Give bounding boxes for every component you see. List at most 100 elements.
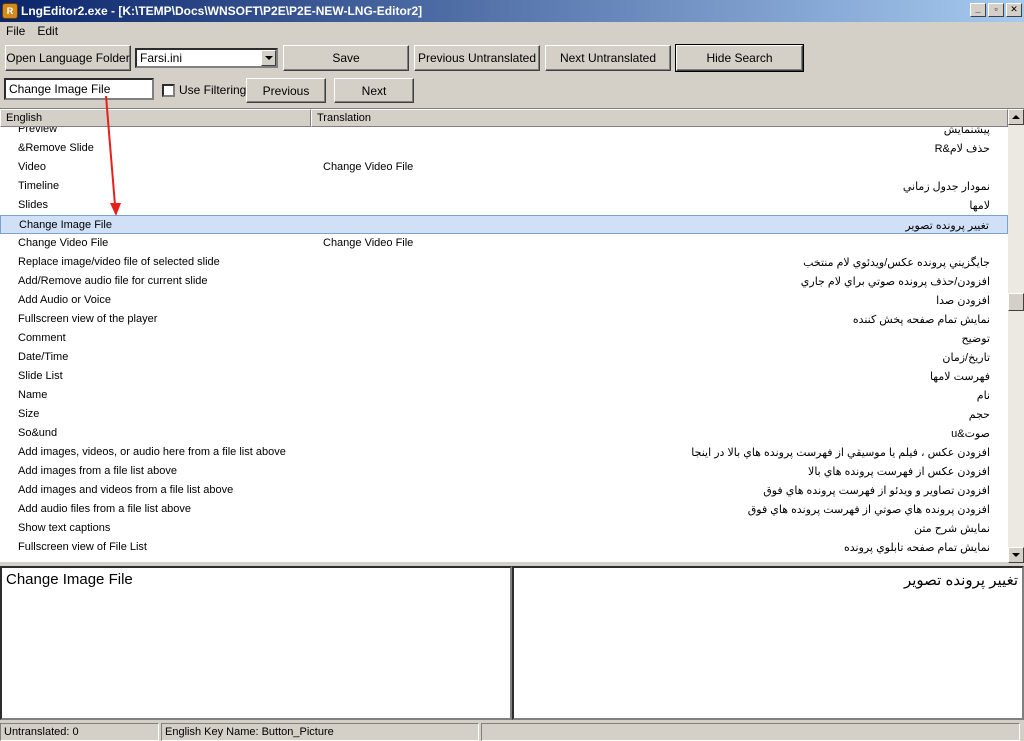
table-row[interactable]: Add images, videos, or audio here from a… bbox=[0, 443, 1008, 462]
row-english-text: Add images and videos from a file list a… bbox=[18, 484, 234, 496]
scroll-thumb[interactable] bbox=[1008, 293, 1024, 311]
table-row[interactable]: Add/Remove audio file for current slide ا… bbox=[0, 272, 1008, 291]
restore-button[interactable]: ▫ bbox=[988, 3, 1004, 17]
row-farsi-text: افزودن عكس از فهرست پرونده هاي بالا bbox=[808, 466, 990, 478]
row-farsi-text: افزودن/حذف پرونده صوتي براي لام جاري bbox=[800, 276, 990, 288]
row-english-text: Add images, videos, or audio here from a… bbox=[18, 446, 286, 458]
row-english-text: Video bbox=[18, 161, 46, 173]
next-untranslated-button[interactable]: Next Untranslated bbox=[545, 45, 671, 71]
column-header-english[interactable]: English bbox=[0, 109, 311, 127]
untranslated-count: Untranslated: 0 bbox=[0, 723, 159, 741]
row-farsi-text: افزودن صدا bbox=[936, 295, 990, 307]
table-row[interactable]: Video Change Video File bbox=[0, 158, 1008, 177]
language-file-value: Farsi.ini bbox=[140, 51, 183, 65]
row-farsi-text: تغيير پرونده تصوير bbox=[905, 220, 989, 232]
row-english-text: Date/Time bbox=[18, 351, 69, 363]
table-row[interactable]: &Remove Slide حذف لام&R bbox=[0, 139, 1008, 158]
row-farsi-text: جايگزيني پرونده عكس/ويدئوي لام منتخب bbox=[803, 257, 990, 269]
row-farsi-text: لامها bbox=[969, 200, 990, 212]
window-controls: _ ▫ ✕ bbox=[970, 3, 1022, 17]
menu-edit[interactable]: Edit bbox=[31, 24, 64, 38]
row-farsi-text: نمايش تمام صفحه پخش كننده bbox=[852, 314, 990, 326]
row-english-text: Add images from a file list above bbox=[18, 465, 177, 477]
close-button[interactable]: ✕ bbox=[1006, 3, 1022, 17]
row-english-text: Timeline bbox=[18, 180, 60, 192]
row-farsi-text: افزودن پرونده هاي صوتي از فهرست پرونده ه… bbox=[747, 504, 990, 516]
table-row[interactable]: Slides لامها bbox=[0, 196, 1008, 215]
search-input[interactable]: Change Image File bbox=[4, 78, 154, 100]
previous-untranslated-button[interactable]: Previous Untranslated bbox=[414, 45, 540, 71]
table-row[interactable]: Show text captions نمايش شرح متن bbox=[0, 519, 1008, 538]
table-row[interactable]: Comment توضيح bbox=[0, 329, 1008, 348]
row-farsi-text: نمايش تمام صفحه تابلوي پرونده bbox=[843, 542, 990, 554]
use-filtering-checkbox[interactable]: Use Filtering bbox=[162, 83, 246, 97]
row-translation-text: Change Video File bbox=[323, 237, 414, 249]
table-row[interactable]: So&und صوت&u bbox=[0, 424, 1008, 443]
open-language-folder-button[interactable]: Open Language Folder bbox=[5, 45, 131, 71]
table-row[interactable]: Add Audio or Voice افزودن صدا bbox=[0, 291, 1008, 310]
menu-bar: File Edit bbox=[0, 22, 1024, 40]
grid-body[interactable]: Preview پیشنمایش &Remove Slide حذف لام&R Vid… bbox=[0, 127, 1008, 563]
row-english-text: Preview bbox=[18, 127, 58, 135]
checkbox-box[interactable] bbox=[162, 83, 175, 97]
row-english-text: So&und bbox=[18, 427, 58, 439]
table-row[interactable]: Name نام bbox=[0, 386, 1008, 405]
table-row[interactable]: Slide List فهرست لامها bbox=[0, 367, 1008, 386]
table-row[interactable]: Timeline نمودار جدول زماني bbox=[0, 177, 1008, 196]
column-header-translation[interactable]: Translation bbox=[311, 109, 1008, 127]
save-button[interactable]: Save bbox=[283, 45, 409, 71]
row-farsi-text: تاريخ/زمان bbox=[942, 352, 990, 364]
row-farsi-text: صوت&u bbox=[951, 428, 990, 440]
row-english-text: Add audio files from a file list above bbox=[18, 503, 192, 515]
row-farsi-text: افزودن تصاوير و ويدئو از فهرست پرونده ها… bbox=[763, 485, 990, 497]
row-english-text: Slide List bbox=[18, 370, 63, 382]
row-english-text: Change Image File bbox=[19, 219, 112, 231]
minimize-button[interactable]: _ bbox=[970, 3, 986, 17]
row-english-text: Size bbox=[18, 408, 40, 420]
table-row[interactable]: Add images and videos from a file list a… bbox=[0, 481, 1008, 500]
search-next-button[interactable]: Next bbox=[334, 78, 414, 103]
row-english-text: Add Audio or Voice bbox=[18, 294, 111, 306]
table-row[interactable]: Date/Time تاريخ/زمان bbox=[0, 348, 1008, 367]
table-row[interactable]: Fullscreen view of File List نمايش تمام ص… bbox=[0, 538, 1008, 557]
search-previous-button[interactable]: Previous bbox=[246, 78, 326, 103]
row-farsi-text: نام bbox=[976, 390, 990, 402]
row-farsi-text: افزودن عكس ، فيلم يا موسيقي از فهرست پرو… bbox=[691, 447, 990, 459]
row-english-text: Replace image/video file of selected sli… bbox=[18, 256, 220, 268]
row-english-text: Add/Remove audio file for current slide bbox=[18, 275, 208, 287]
translation-grid[interactable]: English Translation Preview پیشنمایش &Remo… bbox=[0, 108, 1024, 563]
chevron-down-icon[interactable] bbox=[261, 50, 276, 66]
scroll-up-icon[interactable] bbox=[1008, 109, 1024, 125]
title-bar[interactable]: R LngEditor2.exe - [K:\TEMP\Docs\WNSOFT\… bbox=[0, 0, 1024, 22]
table-row[interactable]: Change Video File Change Video File bbox=[0, 234, 1008, 253]
english-text-pane[interactable]: Change Image File bbox=[0, 566, 512, 720]
table-row[interactable]: Size حجم bbox=[0, 405, 1008, 424]
translation-text-pane[interactable]: تغيير پرونده تصوير bbox=[512, 566, 1024, 720]
row-english-text: Fullscreen view of File List bbox=[18, 541, 147, 553]
hide-search-button[interactable]: Hide Search bbox=[675, 44, 804, 72]
table-row[interactable]: Replace image/video file of selected sli… bbox=[0, 253, 1008, 272]
key-name-status: English Key Name: Button_Picture bbox=[161, 723, 479, 741]
table-row[interactable]: Preview پیشنمایش bbox=[0, 127, 1008, 139]
row-english-text: Show text captions bbox=[18, 522, 111, 534]
language-file-select[interactable]: Farsi.ini bbox=[135, 48, 278, 68]
table-row[interactable]: Add images from a file list above افزودن … bbox=[0, 462, 1008, 481]
row-english-text: Slides bbox=[18, 199, 48, 211]
row-farsi-text: حجم bbox=[968, 409, 990, 421]
row-farsi-text: نمودار جدول زماني bbox=[902, 181, 990, 193]
table-row[interactable]: Fullscreen view of the player نمايش تمام … bbox=[0, 310, 1008, 329]
row-english-text: &Remove Slide bbox=[18, 142, 94, 154]
row-english-text: Fullscreen view of the player bbox=[18, 313, 158, 325]
menu-file[interactable]: File bbox=[0, 24, 31, 38]
table-row[interactable]: Add audio files from a file list above اف… bbox=[0, 500, 1008, 519]
row-farsi-text: حذف لام&R bbox=[934, 143, 990, 155]
row-english-text: Change Video File bbox=[18, 237, 109, 249]
grid-header: English Translation bbox=[0, 109, 1008, 127]
grid-scrollbar[interactable] bbox=[1008, 109, 1024, 563]
row-farsi-text: نمايش شرح متن bbox=[914, 523, 990, 535]
row-farsi-text: پیشنمایش bbox=[943, 127, 990, 136]
status-extra bbox=[481, 723, 1020, 741]
table-row[interactable]: Change Image File تغيير پرونده تصوير bbox=[0, 215, 1008, 234]
app-icon: R bbox=[2, 3, 18, 19]
scroll-down-icon[interactable] bbox=[1008, 547, 1024, 563]
